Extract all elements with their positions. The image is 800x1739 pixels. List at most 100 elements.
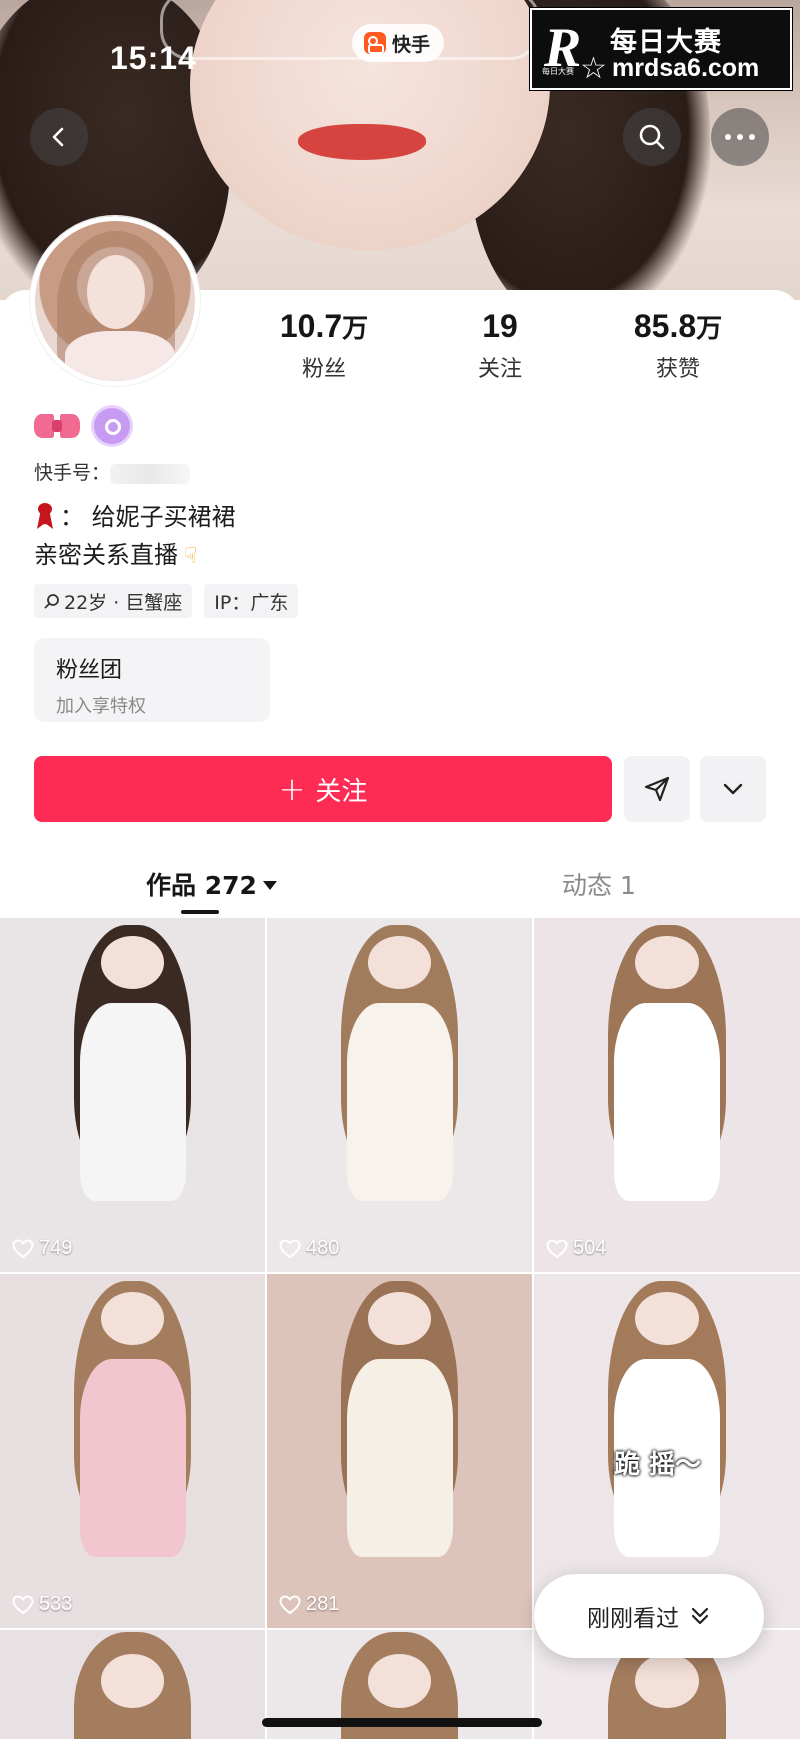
kuaishou-id-label: 快手号： xyxy=(34,462,111,484)
app-name-pill: 快手 xyxy=(352,24,445,62)
send-message-button[interactable] xyxy=(624,756,690,822)
tile-likes: 504 xyxy=(546,1237,606,1260)
fans-club-title: 粉丝团 xyxy=(56,658,123,683)
recently-viewed-label: 刚刚看过 xyxy=(587,1606,679,1632)
tile-face xyxy=(635,935,699,989)
stat-likes[interactable]: 85.8万 获赞 xyxy=(608,308,748,383)
tile-caption: 跪 摇～ xyxy=(614,1450,702,1480)
back-button[interactable] xyxy=(30,108,88,166)
video-tile[interactable]: 504 xyxy=(534,918,800,1272)
cover-glasses xyxy=(160,0,540,60)
stat-likes-value: 85.8 xyxy=(633,308,697,344)
follow-button[interactable]: + 关注 xyxy=(34,756,612,822)
stat-fans-unit: 万 xyxy=(342,314,369,344)
tag-age-text: 22岁 · 巨蟹座 xyxy=(64,591,183,614)
stat-following-value: 19 xyxy=(482,308,518,344)
heart-icon xyxy=(12,1238,34,1258)
chevron-down-icon xyxy=(723,783,743,795)
avatar[interactable] xyxy=(30,216,200,386)
stat-fans-label: 粉丝 xyxy=(301,357,346,382)
status-time: 15:14 xyxy=(110,40,197,76)
stat-likes-unit: 万 xyxy=(696,314,723,344)
tile-face xyxy=(100,1654,165,1708)
bow-icon[interactable] xyxy=(34,408,80,444)
ribbon-icon xyxy=(34,503,56,529)
tab-works[interactable]: 作品 272 xyxy=(146,866,277,902)
tag-ip: IP：广东 xyxy=(204,584,299,618)
cover-lips xyxy=(298,124,426,160)
bio-line-1: ： 给妮子买裙裙 xyxy=(34,498,236,536)
recently-viewed-button[interactable]: 刚刚看过 xyxy=(534,1574,764,1658)
kuaishou-logo-icon xyxy=(364,32,386,54)
bio-line-2: 亲密关系直播 ☟ xyxy=(34,536,236,576)
tab-active-indicator xyxy=(181,910,219,914)
chevron-left-icon xyxy=(52,127,64,147)
paper-plane-icon xyxy=(644,776,670,802)
search-button[interactable] xyxy=(623,108,681,166)
stat-fans-number: 10.7万 xyxy=(254,308,394,345)
tile-face xyxy=(100,1291,165,1345)
tab-dynamic[interactable]: 动态 1 xyxy=(562,866,636,902)
double-chevron-down-icon xyxy=(691,1607,709,1625)
tile-likes-count: 281 xyxy=(306,1593,340,1615)
video-tile[interactable] xyxy=(0,1630,265,1739)
stat-likes-label: 获赞 xyxy=(655,357,700,382)
more-button[interactable] xyxy=(711,108,769,166)
badge-row xyxy=(34,408,130,444)
tile-likes: 533 xyxy=(12,1593,72,1616)
tile-likes-count: 480 xyxy=(306,1237,340,1259)
more-options-dropdown-button[interactable] xyxy=(700,756,766,822)
fans-club-subtitle: 加入享特权 xyxy=(56,696,146,717)
stat-fans-value: 10.7 xyxy=(279,308,343,344)
tile-face xyxy=(635,1654,699,1708)
tile-body xyxy=(346,1358,453,1558)
pointing-down-icon: ☟ xyxy=(184,544,198,569)
follow-label: 关注 xyxy=(315,776,368,807)
tile-face xyxy=(635,1291,699,1345)
tag-age: 22岁 · 巨蟹座 xyxy=(34,584,193,618)
plus-icon: + xyxy=(278,770,306,808)
tile-face xyxy=(367,1654,432,1708)
tile-body xyxy=(346,1002,453,1202)
heart-icon xyxy=(546,1238,568,1258)
stat-following[interactable]: 19 关注 xyxy=(430,308,570,383)
tile-face xyxy=(367,1291,432,1345)
video-tile[interactable]: 533 xyxy=(0,1274,265,1628)
tile-likes: 480 xyxy=(279,1237,339,1260)
video-tile[interactable]: 480 xyxy=(267,918,532,1272)
camera-badge-icon[interactable] xyxy=(94,408,130,444)
video-tile[interactable]: 749 xyxy=(0,918,265,1272)
video-tile[interactable]: 281 xyxy=(267,1274,532,1628)
home-indicator xyxy=(262,1718,542,1727)
watermark-logo-small: 每日大赛 xyxy=(542,67,574,76)
tile-likes: 281 xyxy=(279,1593,339,1616)
app-name: 快手 xyxy=(392,33,431,56)
tile-face xyxy=(367,935,432,989)
heart-icon xyxy=(12,1594,34,1614)
watermark: R ☆ 每日大赛 每日大赛 mrdsa6.com xyxy=(529,7,793,91)
search-icon xyxy=(639,124,665,150)
tile-likes-count: 749 xyxy=(39,1237,73,1259)
tab-works-count: 272 xyxy=(204,871,257,900)
tile-body xyxy=(613,1002,721,1202)
tag-ip-text: IP：广东 xyxy=(214,591,289,614)
stat-fans[interactable]: 10.7万 粉丝 xyxy=(254,308,394,383)
heart-icon xyxy=(279,1594,301,1614)
watermark-url: mrdsa6.com xyxy=(612,54,760,82)
more-dots-icon xyxy=(725,134,755,140)
tab-works-label: 作品 xyxy=(146,871,197,900)
kuaishou-id[interactable]: 快手号： xyxy=(34,458,191,485)
tile-body xyxy=(79,1002,186,1202)
tile-body xyxy=(79,1358,186,1558)
avatar-face xyxy=(87,255,145,329)
stat-following-number: 19 xyxy=(430,308,570,345)
bio: ： 给妮子买裙裙 亲密关系直播 ☟ xyxy=(34,498,236,576)
profile-tags: 22岁 · 巨蟹座 IP：广东 xyxy=(34,584,299,618)
search-small-icon xyxy=(44,594,59,609)
fans-club-card[interactable]: 粉丝团 加入享特权 xyxy=(34,638,270,722)
bio-line-1-text: ： 给妮子买裙裙 xyxy=(60,503,236,531)
caret-down-icon xyxy=(262,881,277,890)
tab-dynamic-count: 1 xyxy=(619,871,636,900)
heart-icon xyxy=(279,1238,301,1258)
stat-likes-number: 85.8万 xyxy=(608,308,748,345)
